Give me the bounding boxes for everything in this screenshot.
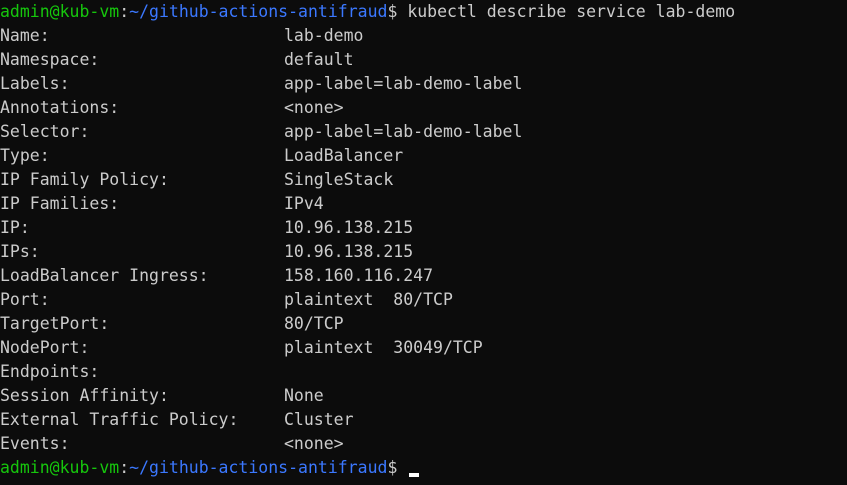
field-row: Name: lab-demo	[0, 24, 847, 48]
field-row: Endpoints:	[0, 360, 847, 384]
field-value: plaintext 80/TCP	[284, 290, 453, 309]
field-row: IP Family Policy: SingleStack	[0, 168, 847, 192]
field-value: 80/TCP	[284, 314, 344, 333]
field-row: Selector: app-label=lab-demo-label	[0, 120, 847, 144]
field-value: 10.96.138.215	[284, 218, 414, 237]
field-value: IPv4	[284, 194, 324, 213]
command-text: kubectl describe service lab-demo	[407, 2, 736, 21]
field-key: Labels:	[0, 74, 70, 93]
field-key: External Traffic Policy:	[0, 410, 239, 429]
field-row: Session Affinity: None	[0, 384, 847, 408]
field-key: Annotations:	[0, 98, 120, 117]
field-key: Endpoints:	[0, 362, 100, 381]
field-value: <none>	[284, 434, 344, 453]
field-row: IPs: 10.96.138.215	[0, 240, 847, 264]
field-value: 158.160.116.247	[284, 266, 434, 285]
field-key: TargetPort:	[0, 314, 110, 333]
field-row: LoadBalancer Ingress: 158.160.116.247	[0, 264, 847, 288]
input-prompt-line[interactable]: admin@kub-vm: ~/github-actions-antifraud $	[0, 456, 847, 480]
field-key: Namespace:	[0, 50, 100, 69]
field-key: IP Family Policy:	[0, 170, 169, 189]
text-cursor[interactable]	[409, 473, 420, 477]
prompt-separator: :	[119, 2, 130, 21]
field-row: Events: <none>	[0, 432, 847, 456]
field-value: Cluster	[284, 410, 354, 429]
field-value: plaintext 30049/TCP	[284, 338, 483, 357]
field-row: Annotations: <none>	[0, 96, 847, 120]
field-row: Labels: app-label=lab-demo-label	[0, 72, 847, 96]
prompt-symbol: $	[387, 2, 398, 21]
field-key: NodePort:	[0, 338, 90, 357]
command-line: admin@kub-vm: ~/github-actions-antifraud $…	[0, 0, 847, 24]
field-value: LoadBalancer	[284, 146, 404, 165]
field-key: Selector:	[0, 122, 90, 141]
prompt-user-host: admin@kub-vm	[0, 458, 120, 477]
field-key: LoadBalancer Ingress:	[0, 266, 209, 285]
field-key: Session Affinity:	[0, 386, 169, 405]
field-row: Type: LoadBalancer	[0, 144, 847, 168]
field-row: Port: plaintext 80/TCP	[0, 288, 847, 312]
field-key: Name:	[0, 26, 50, 45]
field-key: IPs:	[0, 242, 40, 261]
field-value: 10.96.138.215	[284, 242, 414, 261]
output-fields: Name: lab-demo Namespace: default Labels: a…	[0, 24, 847, 456]
prompt-symbol: $	[387, 458, 398, 477]
terminal-window[interactable]: admin@kub-vm: ~/github-actions-antifraud $…	[0, 0, 847, 485]
prompt-path: ~/github-actions-antifraud	[129, 458, 388, 477]
field-key: IP Families:	[0, 194, 120, 213]
field-row: Namespace: default	[0, 48, 847, 72]
field-row: NodePort: plaintext 30049/TCP	[0, 336, 847, 360]
prompt-separator: :	[119, 458, 130, 477]
field-key: Events:	[0, 434, 70, 453]
field-value: None	[284, 386, 324, 405]
field-value: app-label=lab-demo-label	[284, 122, 523, 141]
field-key: Port:	[0, 290, 50, 309]
field-value: default	[284, 50, 354, 69]
field-row: External Traffic Policy: Cluster	[0, 408, 847, 432]
field-value: SingleStack	[284, 170, 394, 189]
field-row: TargetPort: 80/TCP	[0, 312, 847, 336]
field-row: IP: 10.96.138.215	[0, 216, 847, 240]
prompt-user-host: admin@kub-vm	[0, 2, 120, 21]
field-value: app-label=lab-demo-label	[284, 74, 523, 93]
field-value: <none>	[284, 98, 344, 117]
field-key: IP:	[0, 218, 30, 237]
field-key: Type:	[0, 146, 50, 165]
field-row: IP Families: IPv4	[0, 192, 847, 216]
prompt-path: ~/github-actions-antifraud	[129, 2, 388, 21]
field-value: lab-demo	[284, 26, 364, 45]
